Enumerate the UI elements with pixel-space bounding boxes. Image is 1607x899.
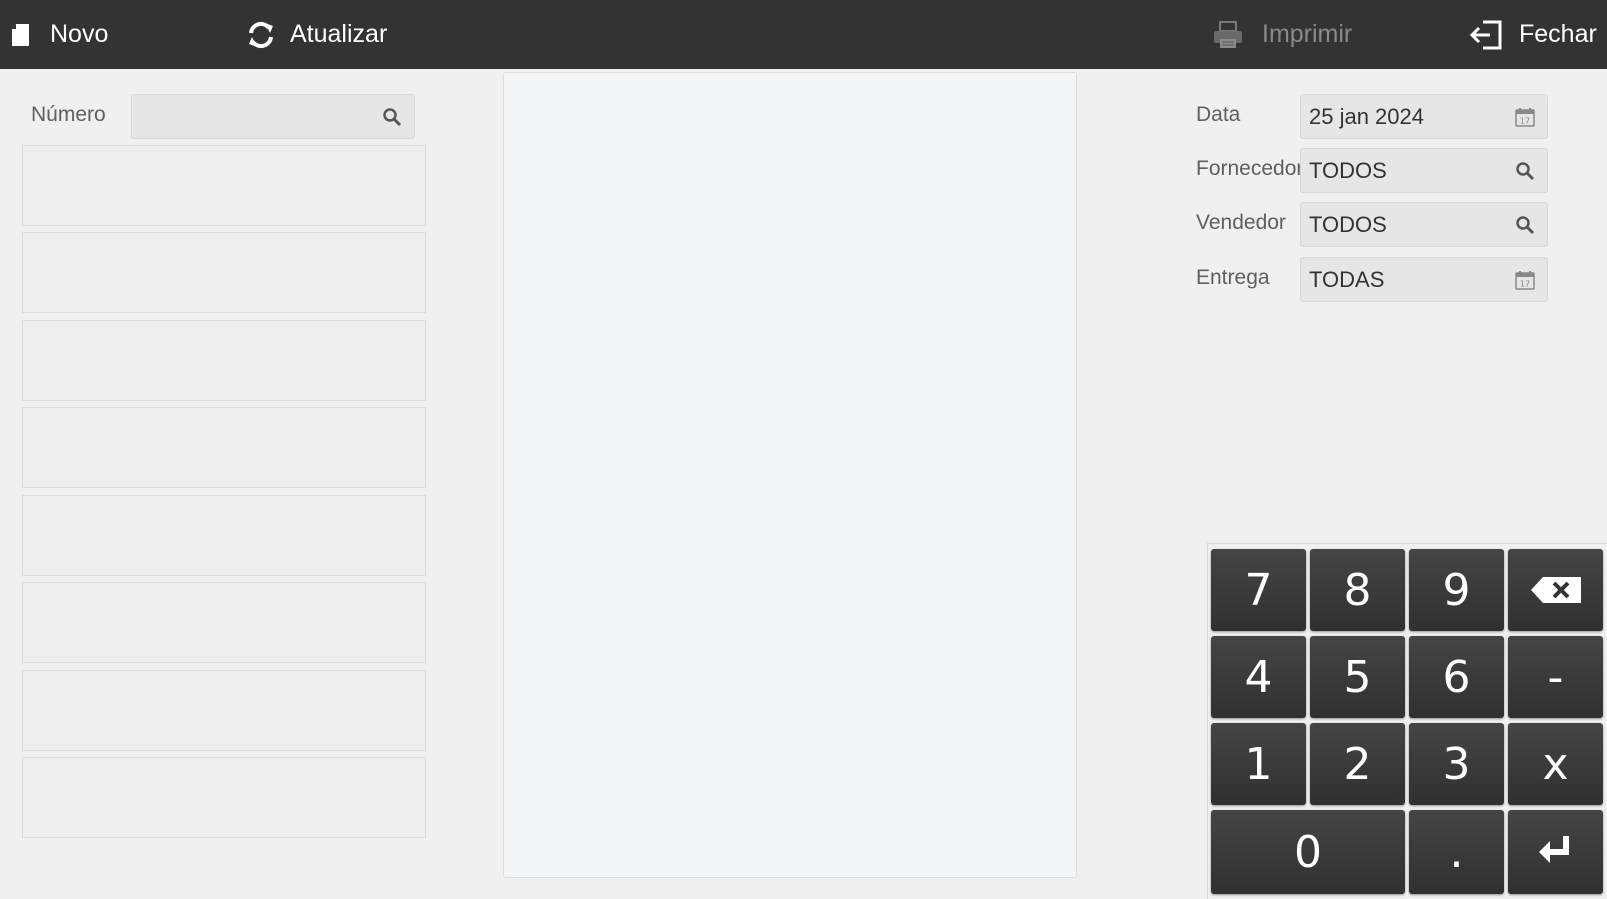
- refresh-button-label: Atualizar: [290, 20, 388, 48]
- list-item[interactable]: [22, 495, 426, 576]
- data-field[interactable]: 25 jan 2024 17: [1300, 94, 1548, 139]
- new-button-label: Novo: [50, 20, 109, 48]
- toolbar: Novo Atualizar Imprimir Fechar: [0, 0, 1607, 69]
- list-item[interactable]: [22, 582, 426, 663]
- key-6[interactable]: 6: [1409, 636, 1504, 718]
- key-1[interactable]: 1: [1211, 723, 1306, 805]
- key-7[interactable]: 7: [1211, 549, 1306, 631]
- data-label: Data: [1196, 103, 1241, 126]
- calendar-icon[interactable]: 17: [1503, 258, 1547, 301]
- vendedor-value: TODOS: [1309, 211, 1387, 237]
- print-button[interactable]: Imprimir: [1212, 0, 1352, 69]
- multiply-key[interactable]: x: [1508, 723, 1603, 805]
- key-2[interactable]: 2: [1310, 723, 1405, 805]
- list-item[interactable]: [22, 407, 426, 488]
- fornecedor-field[interactable]: TODOS: [1300, 148, 1548, 193]
- svg-text:17: 17: [1520, 279, 1530, 288]
- minus-key[interactable]: -: [1508, 636, 1603, 718]
- search-icon[interactable]: [370, 95, 414, 138]
- key-0[interactable]: 0: [1211, 810, 1405, 894]
- key-4[interactable]: 4: [1211, 636, 1306, 718]
- backspace-key[interactable]: [1508, 549, 1603, 631]
- list-item[interactable]: [22, 320, 426, 401]
- svg-text:17: 17: [1520, 116, 1530, 125]
- list-item[interactable]: [22, 670, 426, 751]
- vendedor-field[interactable]: TODOS: [1300, 202, 1548, 247]
- new-document-icon: [10, 23, 32, 47]
- key-8[interactable]: 8: [1310, 549, 1405, 631]
- new-button[interactable]: Novo: [10, 0, 108, 69]
- fornecedor-value: TODOS: [1309, 157, 1387, 183]
- detail-panel: [503, 72, 1077, 878]
- numeric-keypad: 7 8 9 4 5 6 - 1 2 3 x 0 .: [1207, 543, 1607, 899]
- search-icon[interactable]: [1503, 203, 1547, 246]
- entrega-label: Entrega: [1196, 266, 1270, 289]
- decimal-key[interactable]: .: [1409, 810, 1504, 894]
- key-3[interactable]: 3: [1409, 723, 1504, 805]
- key-5[interactable]: 5: [1310, 636, 1405, 718]
- numero-label: Número: [31, 103, 106, 126]
- enter-key[interactable]: [1508, 810, 1603, 894]
- enter-icon: [1536, 827, 1576, 878]
- exit-icon: [1469, 20, 1503, 50]
- close-button[interactable]: Fechar: [1469, 0, 1597, 69]
- vendedor-label: Vendedor: [1196, 211, 1286, 234]
- entrega-value: TODAS: [1309, 266, 1385, 292]
- backspace-icon: [1529, 565, 1583, 616]
- printer-icon: [1212, 20, 1244, 50]
- data-value: 25 jan 2024: [1309, 103, 1424, 129]
- close-button-label: Fechar: [1519, 20, 1597, 48]
- key-9[interactable]: 9: [1409, 549, 1504, 631]
- refresh-icon: [246, 20, 276, 50]
- list-item[interactable]: [22, 757, 426, 838]
- entrega-field[interactable]: TODAS 17: [1300, 257, 1548, 302]
- numero-search-field[interactable]: [131, 94, 415, 139]
- list-item[interactable]: [22, 145, 426, 226]
- fornecedor-label: Fornecedor: [1196, 157, 1304, 180]
- list-item[interactable]: [22, 232, 426, 313]
- search-icon[interactable]: [1503, 149, 1547, 192]
- calendar-icon[interactable]: 17: [1503, 95, 1547, 138]
- refresh-button[interactable]: Atualizar: [246, 0, 387, 69]
- print-button-label: Imprimir: [1262, 20, 1353, 48]
